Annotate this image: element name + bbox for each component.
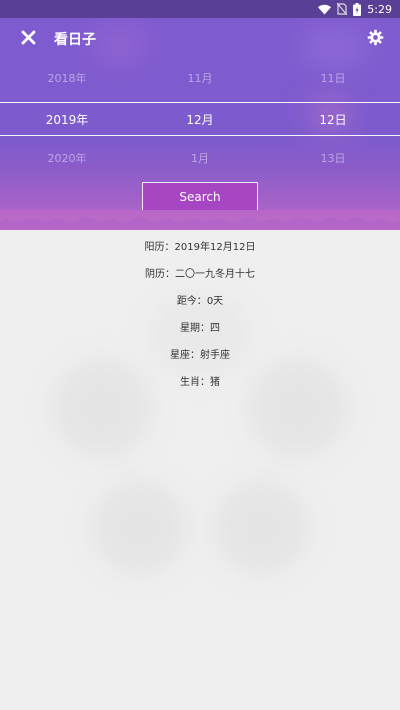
close-button[interactable]	[16, 27, 40, 51]
picker-year-previous[interactable]: 2018年	[17, 70, 117, 86]
settings-button[interactable]	[364, 28, 386, 50]
result-lunar-date: 阴历：二〇一九冬月十七	[145, 269, 255, 280]
result-days-from-now: 距今：0天	[176, 296, 224, 307]
picker-day-next[interactable]: 13日	[283, 150, 383, 166]
picker-month-next[interactable]: 1月	[150, 150, 250, 166]
result-chinese-zodiac: 生肖：猪	[180, 377, 220, 388]
close-icon	[21, 30, 36, 49]
picker-day-selected[interactable]: 12日	[283, 111, 383, 128]
gear-icon	[367, 29, 384, 50]
picker-year-selected[interactable]: 2019年	[17, 111, 117, 128]
picker-row-previous[interactable]: 2018年 11月 11日	[0, 62, 400, 94]
wave-divider	[0, 210, 400, 223]
battery-icon	[353, 2, 362, 16]
picker-row-selected[interactable]: 2019年 12月 12日	[0, 102, 400, 136]
picker-year-next[interactable]: 2020年	[17, 150, 117, 166]
status-bar: 5:29	[0, 0, 400, 18]
picker-month-selected[interactable]: 12月	[150, 111, 250, 128]
search-button[interactable]: Search	[142, 182, 258, 211]
picker-day-previous[interactable]: 11日	[283, 70, 383, 86]
picker-month-previous[interactable]: 11月	[150, 70, 250, 86]
result-solar-date: 阳历：2019年12月12日	[144, 242, 256, 253]
no-sim-icon	[337, 3, 348, 15]
picker-row-next[interactable]: 2020年 1月 13日	[0, 142, 400, 174]
wifi-icon	[318, 4, 332, 15]
result-list: 阳历：2019年12月12日 阴历：二〇一九冬月十七 距今：0天 星期：四 星座…	[0, 240, 400, 402]
result-weekday: 星期：四	[180, 323, 220, 334]
result-zodiac-sign: 星座：射手座	[170, 350, 230, 361]
app-bar: 看日子	[0, 18, 400, 60]
status-time: 5:29	[367, 2, 392, 16]
page-title: 看日子	[54, 32, 96, 48]
header: 看日子 2018年 11月 11日 2019年 12月 12日 2020年 1月…	[0, 18, 400, 230]
